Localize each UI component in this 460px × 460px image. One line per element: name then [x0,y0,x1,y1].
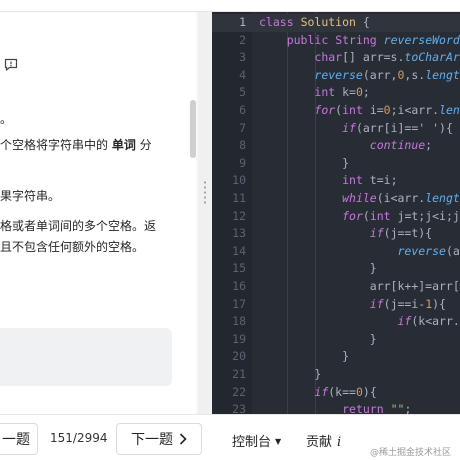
line-number: 1 [239,15,246,29]
line-number: 19 [232,331,246,346]
code-text[interactable]: if(j==t){ [259,225,432,243]
code-line[interactable]: 22 if(k==0){ [212,384,460,402]
code-text[interactable]: if(k<arr. [259,313,459,331]
code-text[interactable]: int t=i; [259,172,397,190]
info-italic-icon: i [337,435,342,450]
code-text[interactable]: for(int j=t;j<i;j [259,208,460,226]
line-number: 15 [232,261,246,276]
keyword-word: 单词 [111,138,136,152]
line-number: 17 [232,296,246,311]
description-text: 格或者单词间的多个空格。返 [0,219,157,233]
code-line[interactable]: 21 } [212,366,460,384]
contribute-button[interactable]: 贡献 i [306,431,341,450]
line-number: 23 [232,402,246,414]
description-text: 且不包含任何额外的空格。 [0,240,145,254]
code-line[interactable]: 5 int k=0; [212,84,460,102]
line-number: 20 [232,349,246,364]
top-toolbar: · ·· ... [0,0,460,12]
code-line[interactable]: 14 reverse(a [212,243,460,261]
line-number: 10 [232,173,246,188]
line-number: 4 [239,67,246,82]
code-line[interactable]: 16 arr[k++]=arr[ [212,278,460,296]
chevron-right-icon [179,433,187,445]
code-text[interactable]: } [259,260,377,278]
previous-problem-button[interactable]: 一题 [0,423,38,455]
next-problem-button[interactable]: 下一题 [116,423,202,455]
code-text[interactable]: for(int i=0;i<arr.length [259,102,460,120]
code-line[interactable]: 2 public String reverseWords [212,32,460,50]
code-line[interactable]: 19 } [212,331,460,349]
code-line[interactable]: 10 int t=i; [212,172,460,190]
caret-down-icon: ▼ [275,437,282,446]
description-text: 个空格将字符串中的 单词 分 [0,138,152,152]
line-number: 6 [239,103,246,117]
line-number: 22 [232,384,246,399]
feedback-icon[interactable] [4,58,18,71]
code-text[interactable]: if(arr[i]==' '){ [259,120,453,138]
code-text[interactable]: if(j==i-1){ [259,296,446,314]
code-line[interactable]: 1 class Solution { [212,14,460,32]
line-number: 2 [239,32,246,47]
drag-handle-icon[interactable] [204,180,206,206]
code-text[interactable]: reverse(a [259,243,459,261]
code-line[interactable]: 15 } [212,260,460,278]
code-line[interactable]: 13 if(j==t){ [212,225,460,243]
toolbar-fragment[interactable]: · [18,0,21,6]
line-number: 3 [239,50,246,65]
line-number: 21 [232,367,246,381]
line-number: 18 [232,314,246,329]
code-text[interactable]: arr[k++]=arr[ [259,278,460,296]
code-text[interactable]: while(i<arr.length [259,190,460,208]
line-number: 14 [232,243,246,258]
code-line[interactable]: 4 reverse(arr,0,s.length [212,67,460,85]
watermark: @稀土掘金技术社区 [370,448,452,458]
code-text[interactable]: } [259,348,349,366]
description-text: 。 [0,112,13,126]
code-line[interactable]: 8 continue; [212,137,460,155]
code-line[interactable]: 3 char[] arr=s.toCharArray [212,49,460,67]
console-toggle-button[interactable]: 控制台 ▼ [232,431,281,450]
problem-description-panel: 。 个空格将字符串中的 单词 分 果字符串。 格或者单词间的多个空格。返 且不包… [0,12,196,414]
description-text: 果字符串。 [0,189,61,203]
problem-counter: 151/2994 [50,431,108,445]
code-text[interactable]: if(k==0){ [259,384,376,402]
code-line[interactable]: 17 if(j==i-1){ [212,296,460,314]
code-line[interactable]: 9 } [212,155,460,173]
code-line[interactable]: 7 if(arr[i]==' '){ [212,120,460,138]
line-number: 12 [232,208,246,223]
code-text[interactable]: char[] arr=s.toCharArray [259,49,460,67]
code-line[interactable]: 23 return ""; [212,401,460,414]
code-editor[interactable]: 1 class Solution {2 public String reverse… [212,12,460,414]
line-number: 7 [239,120,246,135]
toolbar-fragment[interactable]: ·· [64,0,70,6]
code-text[interactable]: } [259,331,377,349]
code-line[interactable]: 20 } [212,348,460,366]
code-line[interactable]: 6 for(int i=0;i<arr.length [212,102,460,120]
code-line[interactable]: 18 if(k<arr. [212,313,460,331]
code-text[interactable]: int k=0; [259,84,369,102]
code-text[interactable]: class Solution { [259,14,370,32]
line-number: 8 [239,138,246,153]
toolbar-fragment[interactable]: ... [214,0,224,3]
panel-splitter[interactable] [198,12,212,414]
code-line[interactable]: 12 for(int j=t;j<i;j [212,208,460,226]
line-number: 9 [239,155,246,170]
code-line[interactable]: 11 while(i<arr.length [212,190,460,208]
code-text[interactable]: reverse(arr,0,s.length [259,67,460,85]
code-text[interactable]: } [259,155,349,173]
code-text[interactable]: continue; [259,137,432,155]
code-text[interactable]: } [259,366,321,384]
code-text[interactable]: return ""; [259,401,411,414]
line-number: 13 [232,226,246,241]
code-text[interactable]: public String reverseWords [259,32,460,50]
line-number: 5 [239,85,246,100]
description-scrollbar[interactable] [190,100,196,158]
example-block [0,328,172,386]
line-number: 16 [232,279,246,293]
line-number: 11 [232,191,246,205]
